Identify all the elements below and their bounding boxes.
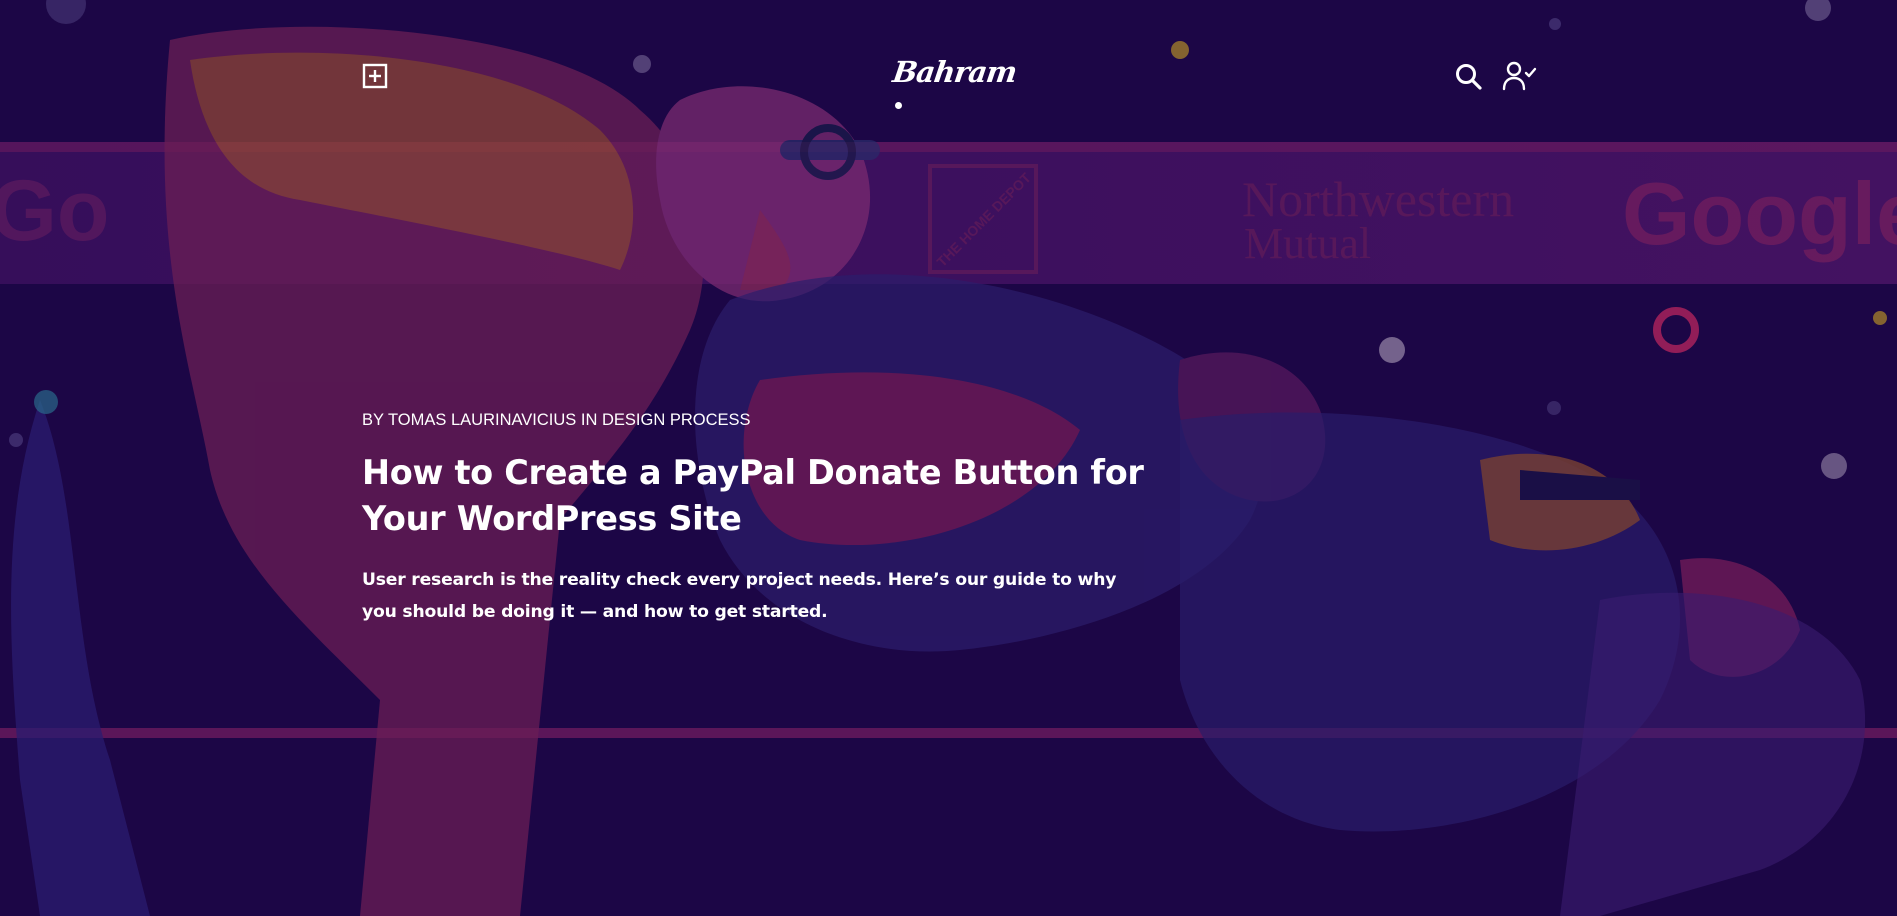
meta-in: IN [580, 411, 598, 429]
hero-section: Go THE HOME DEPOT Northwestern Mutual Go… [0, 0, 1897, 916]
sponsor-logo-google: Google [1622, 164, 1897, 263]
post-title[interactable]: How to Create a PayPal Donate Button for… [362, 450, 1162, 542]
site-logo[interactable]: Bahram [891, 50, 1019, 109]
category-link[interactable]: DESIGN PROCESS [602, 411, 751, 429]
author-link[interactable]: TOMAS LAURINAVICIUS [388, 411, 576, 429]
post-intro: BY TOMAS LAURINAVICIUS IN DESIGN PROCESS… [362, 408, 1162, 628]
post-excerpt: User research is the reality check every… [362, 570, 1117, 622]
sponsor-logo-mutual: Mutual [1244, 219, 1371, 268]
sponsor-logo-go: Go [0, 163, 109, 259]
user-check-icon[interactable] [1502, 60, 1538, 92]
search-icon[interactable] [1454, 62, 1484, 92]
meta-by: BY [362, 411, 384, 429]
plus-square-icon[interactable] [361, 62, 389, 90]
post-meta: BY TOMAS LAURINAVICIUS IN DESIGN PROCESS [362, 408, 1162, 432]
site-header: Bahram [0, 0, 1897, 152]
logo-text: Bahram [890, 55, 1019, 89]
logo-dot [895, 102, 902, 109]
